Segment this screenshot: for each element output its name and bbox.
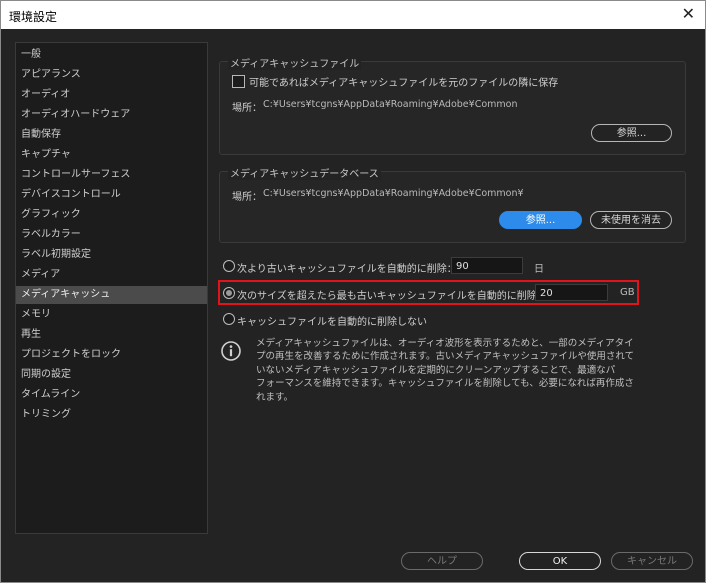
help-button[interactable]: ヘルプ — [401, 552, 483, 570]
sidebar-item-auto-save[interactable]: 自動保存 — [16, 126, 207, 144]
sidebar-item-general[interactable]: 一般 — [16, 46, 207, 64]
cache-files-location-path: C:¥Users¥tcgns¥AppData¥Roaming¥Adobe¥Com… — [263, 99, 518, 110]
preferences-window: 環境設定 ✕ 一般 アピアランス オーディオ オーディオハードウェア 自動保存 … — [0, 0, 706, 583]
gb-unit-label: GB — [620, 287, 635, 298]
sidebar-item-appearance[interactable]: アピアランス — [16, 66, 207, 84]
sidebar-item-project-locking[interactable]: プロジェクトをロック — [16, 346, 207, 364]
window-title: 環境設定 — [9, 10, 58, 24]
info-line: フォーマンスを維持できます。キャッシュファイルを削除しても、必要になれば再作成さ — [256, 378, 634, 390]
media-cache-files-group: メディアキャッシュファイル 可能であればメディアキャッシュファイルを元のファイル… — [219, 55, 686, 155]
sidebar-item-device-control[interactable]: デバイスコントロール — [16, 186, 207, 204]
group-title-media-cache-files: メディアキャッシュファイル — [228, 55, 362, 70]
info-icon — [221, 341, 241, 361]
group-title-media-cache-database: メディアキャッシュデータベース — [228, 165, 381, 180]
close-icon[interactable]: ✕ — [682, 5, 695, 23]
clean-unused-button[interactable]: 未使用を消去 — [590, 211, 672, 229]
save-next-to-originals-label: 可能であればメディアキャッシュファイルを元のファイルの隣に保存 — [249, 78, 559, 89]
never-delete-label: キャッシュファイルを自動的に削除しない — [237, 317, 427, 328]
media-cache-database-group: メディアキャッシュデータベース 場所： C:¥Users¥tcgns¥AppDa… — [219, 165, 686, 243]
sidebar-item-media[interactable]: メディア — [16, 266, 207, 284]
sidebar-item-graphics[interactable]: グラフィック — [16, 206, 207, 224]
sidebar-item-trim[interactable]: トリミング — [16, 406, 207, 424]
info-line: プの再生を改善するために作成されます。古いメディアキャッシュファイルや使用されて — [256, 351, 635, 363]
save-next-to-originals-checkbox[interactable] — [232, 75, 245, 88]
never-delete-radio[interactable] — [223, 313, 235, 325]
info-line: れます。 — [256, 391, 294, 403]
older-than-days-input[interactable]: 90 — [451, 257, 523, 274]
sidebar-item-audio-hardware[interactable]: オーディオハードウェア — [16, 106, 207, 124]
cache-db-location-label: 場所： — [232, 192, 262, 203]
title-bar: 環境設定 ✕ — [1, 1, 705, 29]
sidebar-item-playback[interactable]: 再生 — [16, 326, 207, 344]
size-limit-input[interactable]: 20 — [535, 284, 608, 301]
info-description: メディアキャッシュファイルは、オーディオ波形を表示するためと、一部のメディアタイ… — [256, 337, 646, 404]
cache-db-browse-button[interactable]: 参照... — [499, 211, 582, 229]
sidebar-item-audio[interactable]: オーディオ — [16, 86, 207, 104]
delete-when-size-exceeds-radio[interactable] — [223, 287, 235, 299]
sidebar-item-sync-settings[interactable]: 同期の設定 — [16, 366, 207, 384]
delete-older-than-label: 次より古いキャッシュファイルを自動的に削除： — [237, 264, 457, 275]
cache-db-location-path: C:¥Users¥tcgns¥AppData¥Roaming¥Adobe¥Com… — [263, 188, 524, 199]
sidebar-item-label-colors[interactable]: ラベルカラー — [16, 226, 207, 244]
sidebar-item-media-cache[interactable]: メディアキャッシュ — [16, 286, 207, 304]
cache-files-location-label: 場所： — [232, 103, 262, 114]
cancel-button[interactable]: キャンセル — [611, 552, 693, 570]
sidebar-item-capture[interactable]: キャプチャ — [16, 146, 207, 164]
ok-button[interactable]: OK — [519, 552, 601, 570]
cache-files-browse-button[interactable]: 参照... — [591, 124, 672, 142]
days-unit-label: 日 — [534, 264, 544, 275]
sidebar-item-label-defaults[interactable]: ラベル初期設定 — [16, 246, 207, 264]
delete-when-size-exceeds-label: 次のサイズを超えたら最も古いキャッシュファイルを自動的に削除： — [237, 291, 547, 302]
sidebar-item-control-surface[interactable]: コントロールサーフェス — [16, 166, 207, 184]
info-line: メディアキャッシュファイルは、オーディオ波形を表示するためと、一部のメディアタイ — [256, 338, 634, 349]
category-list: 一般 アピアランス オーディオ オーディオハードウェア 自動保存 キャプチャ コ… — [15, 42, 208, 534]
sidebar-item-memory[interactable]: メモリ — [16, 306, 207, 324]
sidebar-item-timeline[interactable]: タイムライン — [16, 386, 207, 404]
delete-older-than-radio[interactable] — [223, 260, 235, 272]
info-line: いないメディアキャッシュファイルを定期的にクリーンアップすることで、最適なパ — [256, 364, 616, 376]
